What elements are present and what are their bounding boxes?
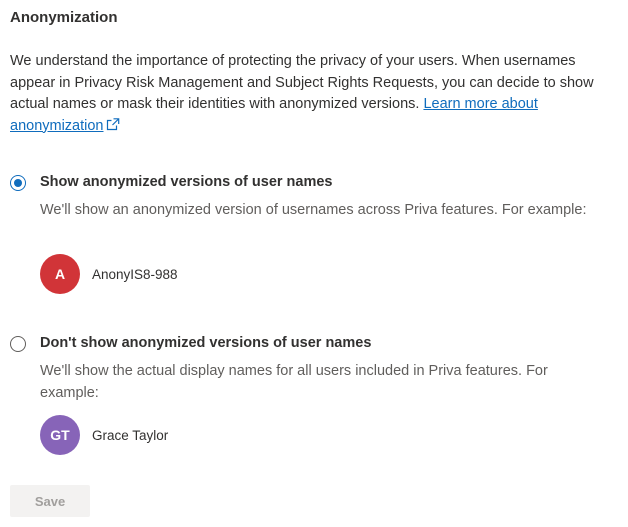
radio-selected-dot [14,179,22,187]
option-show-anonymized-description: We'll show an anonymized version of user… [40,202,587,218]
section-title: Anonymization [10,9,118,26]
save-button[interactable]: Save [10,485,90,517]
avatar: A [40,254,80,294]
option-dont-show-anonymized-description: We'll show the actual display names for … [40,363,548,401]
example-user-name: AnonyIS8-988 [92,266,178,282]
option-dont-show-anonymized-label[interactable]: Don't show anonymized versions of user n… [40,335,371,351]
radio-show-anonymized[interactable] [10,175,26,191]
section-description: We understand the importance of protecti… [10,51,616,138]
example-user-anonymized: A AnonyIS8-988 [40,254,178,294]
option-show-anonymized-label[interactable]: Show anonymized versions of user names [40,174,333,190]
radio-dont-show-anonymized[interactable] [10,336,26,352]
avatar: GT [40,415,80,455]
example-user-actual: GT Grace Taylor [40,415,168,455]
example-user-name: Grace Taylor [92,427,169,443]
external-link-icon [106,117,120,139]
